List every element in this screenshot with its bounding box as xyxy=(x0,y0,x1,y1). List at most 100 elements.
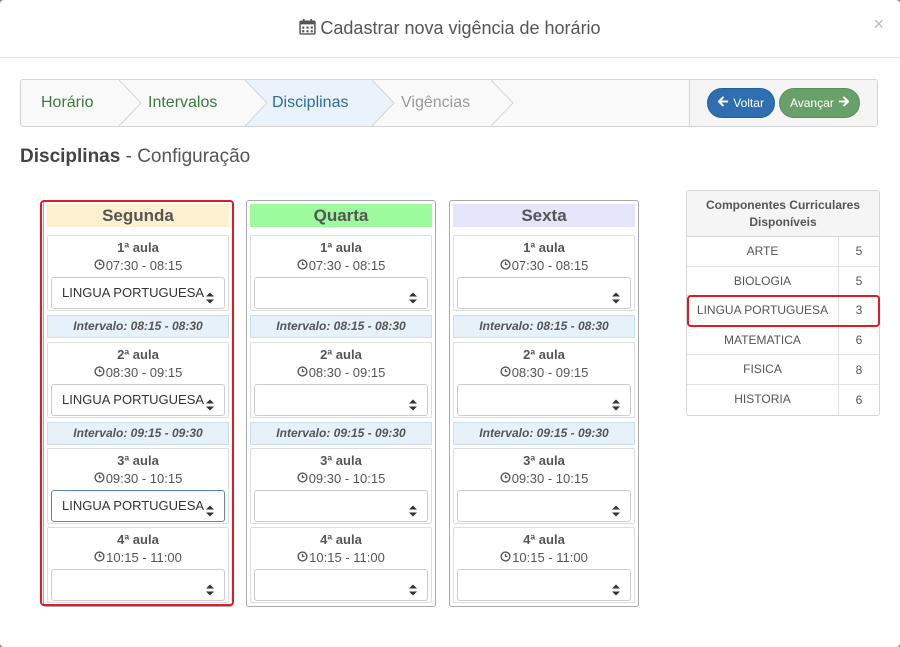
componentes-title-line1: Componentes Curriculares xyxy=(705,198,861,212)
aula-slot: 3ª aula 09:30 - 10:15 xyxy=(250,448,432,524)
sort-caret-icon xyxy=(205,578,215,608)
next-button-label: Avançar xyxy=(789,96,834,110)
componente-name: LINGUA PORTUGUESA xyxy=(687,296,839,325)
aula-time-text: 07:30 - 08:15 xyxy=(105,258,183,273)
clock-icon xyxy=(500,550,511,565)
aula-time-text: 07:30 - 08:15 xyxy=(308,258,386,273)
disciplina-select[interactable]: LINGUA PORTUGUESA xyxy=(51,384,225,416)
aula-time: 09:30 - 10:15 xyxy=(48,471,228,486)
aula-time: 07:30 - 08:15 xyxy=(251,258,431,273)
aula-title: 1ª aula xyxy=(523,240,565,255)
componente-row[interactable]: HISTORIA 6 xyxy=(687,384,879,415)
wizard-step-horario[interactable]: Horário xyxy=(41,80,93,126)
sort-caret-icon xyxy=(205,499,215,529)
componente-row[interactable]: BIOLOGIA 5 xyxy=(687,266,879,297)
aula-slot: 4ª aula 10:15 - 11:00 xyxy=(250,527,432,603)
disciplina-select[interactable] xyxy=(254,384,428,416)
disciplina-select-value: LINGUA PORTUGUESA xyxy=(62,392,205,407)
aula-time-text: 09:30 - 10:15 xyxy=(511,471,589,486)
componente-count: 6 xyxy=(855,333,863,348)
aula-time: 09:30 - 10:15 xyxy=(454,471,634,486)
disciplina-select[interactable] xyxy=(457,384,631,416)
aula-title: 4ª aula xyxy=(320,532,362,547)
intervalo-band: Intervalo: 08:15 - 08:30 xyxy=(453,315,635,338)
clock-icon xyxy=(500,471,511,486)
componentes-table: Componentes Curriculares Disponíveis ART… xyxy=(686,190,880,416)
wizard-step-vigencias[interactable]: Vigências xyxy=(401,80,470,126)
disciplina-select-value: LINGUA PORTUGUESA xyxy=(62,498,205,513)
componentes-rows: ARTE 5 BIOLOGIA 5 LINGUA PORTUGUESA 3 MATEMATI… xyxy=(687,237,879,415)
aula-slot: 4ª aula 10:15 - 11:00 xyxy=(453,527,635,603)
disciplina-select[interactable] xyxy=(254,277,428,309)
intervalo-band: Intervalo: 08:15 - 08:30 xyxy=(250,315,432,338)
calendar-icon xyxy=(299,18,317,40)
disciplina-select[interactable] xyxy=(254,490,428,522)
componente-row[interactable]: ARTE 5 xyxy=(687,237,879,267)
sort-caret-icon xyxy=(408,286,418,316)
aula-title: 2ª aula xyxy=(523,347,565,362)
componente-row[interactable]: LINGUA PORTUGUESA 3 xyxy=(687,296,879,326)
arrow-right-icon xyxy=(838,96,850,110)
back-button[interactable]: Voltar xyxy=(707,88,775,118)
section-title-bold: Disciplinas xyxy=(20,146,121,167)
aula-time-text: 10:15 - 11:00 xyxy=(512,550,588,565)
aula-time: 08:30 - 09:15 xyxy=(48,365,228,380)
close-icon[interactable]: × xyxy=(873,14,884,35)
componente-name: BIOLOGIA xyxy=(687,266,839,296)
aula-title: 1ª aula xyxy=(320,240,362,255)
sort-caret-icon xyxy=(611,578,621,608)
disciplina-select[interactable] xyxy=(457,277,631,309)
aula-time: 10:15 - 11:00 xyxy=(454,550,634,565)
wizard-step-intervalos[interactable]: Intervalos xyxy=(148,80,217,126)
disciplina-select[interactable] xyxy=(457,569,631,601)
componentes-header: Componentes Curriculares Disponíveis xyxy=(687,191,879,237)
aula-time: 07:30 - 08:15 xyxy=(48,258,228,273)
aula-title: 2ª aula xyxy=(320,347,362,362)
modal: Cadastrar nova vigência de horário × Hor… xyxy=(0,0,900,647)
componente-count: 6 xyxy=(855,392,863,407)
componente-name: FISICA xyxy=(687,355,839,384)
clock-icon xyxy=(500,258,511,273)
aula-time-text: 08:30 - 09:15 xyxy=(105,365,183,380)
wizard-step-disciplinas[interactable]: Disciplinas xyxy=(272,80,348,126)
aula-slot: 2ª aula 08:30 - 09:15 xyxy=(250,342,432,418)
aula-time-text: 09:30 - 10:15 xyxy=(308,471,386,486)
aula-title: 3ª aula xyxy=(523,453,565,468)
disciplina-select[interactable]: LINGUA PORTUGUESA xyxy=(51,277,225,309)
disciplina-select[interactable] xyxy=(51,569,225,601)
back-button-label: Voltar xyxy=(733,96,764,110)
next-button[interactable]: Avançar xyxy=(778,88,860,118)
intervalo-band: Intervalo: 09:15 - 09:30 xyxy=(47,422,229,445)
modal-title-text: Cadastrar nova vigência de horário xyxy=(320,18,601,38)
day-column-segunda: Segunda 1ª aula 07:30 - 08:15 LINGUA PORTUG… xyxy=(43,200,233,607)
day-header: Segunda xyxy=(47,204,229,227)
aula-time: 10:15 - 11:00 xyxy=(48,550,228,565)
clock-icon xyxy=(94,365,105,380)
intervalo-band: Intervalo: 08:15 - 08:30 xyxy=(47,315,229,338)
sort-caret-icon xyxy=(205,286,215,316)
componente-row[interactable]: FISICA 8 xyxy=(687,355,879,385)
componente-row[interactable]: MATEMATICA 6 xyxy=(687,325,879,356)
aula-time: 09:30 - 10:15 xyxy=(251,471,431,486)
sort-caret-icon xyxy=(611,286,621,316)
wizard-step-label: Intervalos xyxy=(148,94,218,111)
aula-time-text: 10:15 - 11:00 xyxy=(106,550,182,565)
wizard-step-label: Disciplinas xyxy=(272,94,349,111)
step-separator xyxy=(491,80,514,126)
aula-slot: 2ª aula 08:30 - 09:15 LINGUA PORTUGUESA xyxy=(47,342,229,418)
arrow-left-icon xyxy=(717,96,729,110)
clock-icon xyxy=(297,258,308,273)
aula-time-text: 09:30 - 10:15 xyxy=(105,471,183,486)
intervalo-band: Intervalo: 09:15 - 09:30 xyxy=(453,422,635,445)
disciplina-select[interactable] xyxy=(254,569,428,601)
componente-name: HISTORIA xyxy=(687,384,839,415)
aula-title: 2ª aula xyxy=(117,347,159,362)
clock-icon xyxy=(297,471,308,486)
aula-title: 3ª aula xyxy=(320,453,362,468)
sort-caret-icon xyxy=(611,393,621,423)
disciplina-select[interactable]: LINGUA PORTUGUESA xyxy=(51,490,225,522)
sort-caret-icon xyxy=(408,499,418,529)
componente-name: ARTE xyxy=(687,237,839,266)
componente-count: 5 xyxy=(855,273,863,288)
disciplina-select[interactable] xyxy=(457,490,631,522)
